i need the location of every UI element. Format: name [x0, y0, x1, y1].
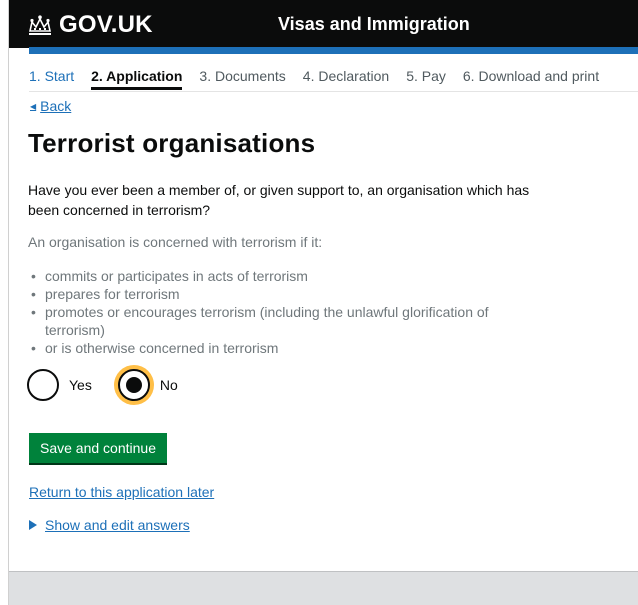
header-accent-bar [29, 47, 638, 54]
step-application: 2. Application [91, 68, 183, 90]
page-title: Terrorist organisations [28, 128, 316, 158]
page-footer [9, 571, 638, 605]
logo-text: GOV.UK [59, 11, 153, 38]
hint-item: or is otherwise concerned in terrorism [31, 339, 531, 357]
radio-yes-label[interactable]: Yes [69, 377, 92, 393]
step-declaration: 4. Declaration [302, 68, 390, 84]
step-pay: 5. Pay [406, 68, 446, 84]
question-text: Have you ever been a member of, or given… [28, 182, 530, 218]
step-download-print: 6. Download and print [462, 68, 600, 84]
hint-item: prepares for terrorism [31, 285, 531, 303]
crown-icon [29, 15, 51, 35]
steps-divider [29, 91, 638, 92]
hint-intro: An organisation is concerned with terror… [28, 234, 323, 250]
return-later-link[interactable]: Return to this application later [29, 484, 214, 500]
radio-yes-input[interactable] [27, 369, 59, 401]
radio-no-input[interactable] [117, 369, 150, 401]
step-documents: 3. Documents [199, 68, 286, 84]
save-and-continue-button[interactable]: Save and continue [29, 433, 167, 463]
radio-no[interactable]: No [117, 369, 178, 401]
hint-item: commits or participates in acts of terro… [31, 267, 531, 285]
radio-group: Yes No [27, 369, 204, 401]
govuk-header: GOV.UK Visas and Immigration [9, 0, 638, 48]
radio-yes[interactable]: Yes [27, 369, 92, 401]
govuk-logo[interactable]: GOV.UK [27, 11, 153, 39]
service-name[interactable]: Visas and Immigration [278, 14, 470, 35]
show-answers-label[interactable]: Show and edit answers [45, 517, 190, 533]
browser-page: GOV.UK Visas and Immigration 1. Start 2.… [8, 0, 638, 605]
back-arrow-icon: ◀ [30, 101, 37, 111]
triangle-right-icon [29, 520, 37, 530]
step-start[interactable]: 1. Start [29, 68, 74, 84]
show-answers-details[interactable]: Show and edit answers [29, 517, 190, 533]
progress-steps: 1. Start 2. Application 3. Documents 4. … [29, 68, 616, 90]
back-link[interactable]: ◀ Back [30, 98, 71, 114]
hint-item: promotes or encourages terrorism (includ… [31, 303, 531, 339]
hint-list: commits or participates in acts of terro… [31, 267, 531, 357]
radio-no-label[interactable]: No [160, 377, 178, 393]
back-link-label: Back [40, 98, 72, 114]
radio-checked-dot [125, 377, 142, 393]
